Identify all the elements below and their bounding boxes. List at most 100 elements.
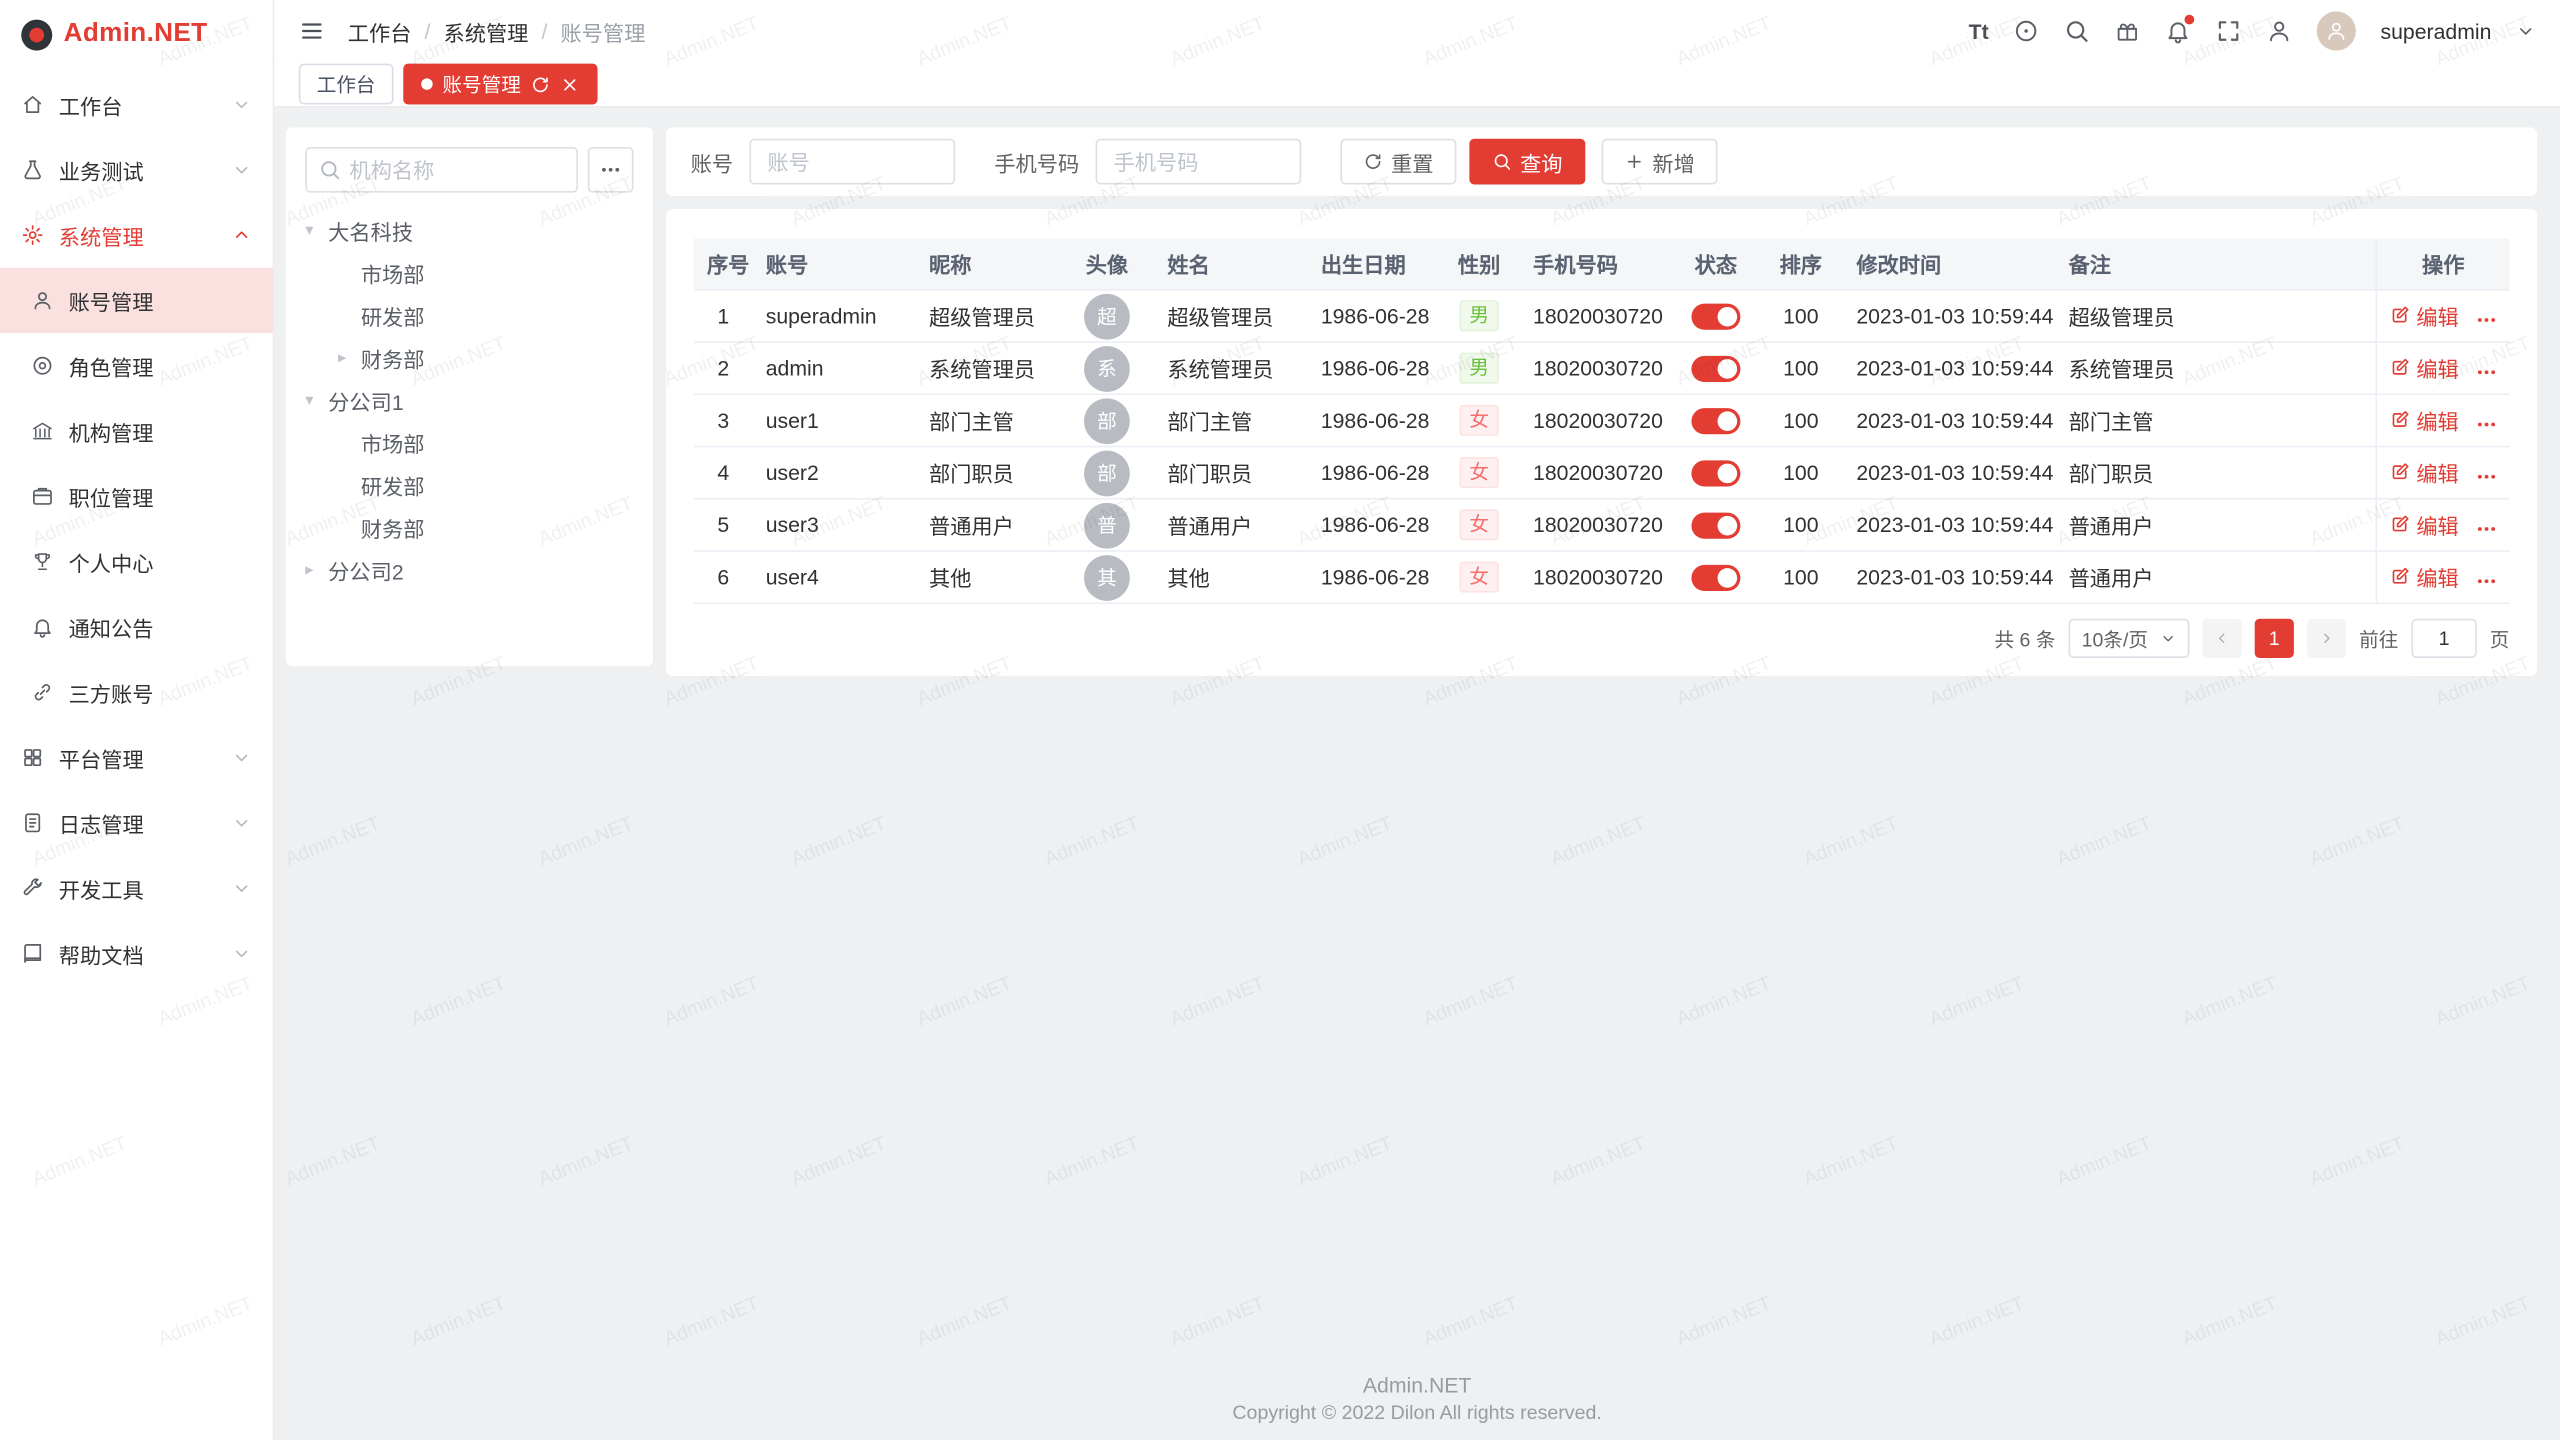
tree-more-button[interactable] [588, 147, 634, 193]
more-actions-icon[interactable] [2475, 413, 2498, 436]
table-row[interactable]: 2 admin 系统管理员 系 系统管理员 1986-06-28 男 18020… [694, 343, 2510, 395]
status-toggle[interactable] [1691, 408, 1740, 434]
table-row[interactable]: 4 user2 部门职员 部 部门职员 1986-06-28 女 1802003… [694, 447, 2510, 499]
font-size-icon[interactable]: Tt [1969, 19, 1989, 43]
status-toggle[interactable] [1691, 565, 1740, 591]
tree-node[interactable]: 市场部 [305, 421, 633, 463]
book-icon [21, 942, 44, 965]
tree-node[interactable]: ▾大名科技 [305, 209, 633, 251]
cell-phone: 18020030720 [1520, 552, 1673, 604]
next-page-button[interactable] [2307, 619, 2346, 658]
breadcrumb-sys-mgmt[interactable]: 系统管理 [443, 16, 528, 47]
tree-node-label: 分公司2 [328, 554, 403, 585]
sidebar-item-dev-tools[interactable]: 开发工具 [0, 856, 273, 921]
breadcrumb-workbench[interactable]: 工作台 [348, 16, 412, 47]
avatar: 普 [1084, 502, 1130, 548]
phone-input[interactable] [1096, 139, 1302, 185]
query-button[interactable]: 查询 [1469, 139, 1585, 185]
page-size-select[interactable]: 10条/页 [2069, 619, 2190, 658]
status-toggle[interactable] [1691, 460, 1740, 486]
notification-icon[interactable] [2165, 18, 2191, 44]
menu-toggle-icon[interactable] [299, 18, 325, 44]
reset-button[interactable]: 重置 [1340, 139, 1456, 185]
page-unit-label: 页 [2490, 624, 2510, 652]
tab-workbench[interactable]: 工作台 [299, 64, 394, 105]
cell-nickname: 部门主管 [916, 395, 1060, 447]
username[interactable]: superadmin [2381, 19, 2492, 43]
sidebar-item-position-mgmt[interactable]: 职位管理 [0, 464, 273, 529]
close-icon[interactable] [560, 74, 580, 94]
caret-right-icon[interactable]: ▸ [338, 349, 361, 367]
table-row[interactable]: 3 user1 部门主管 部 部门主管 1986-06-28 女 1802003… [694, 395, 2510, 447]
gender-badge: 女 [1460, 457, 1499, 488]
more-actions-icon[interactable] [2475, 570, 2498, 593]
sidebar-item-workbench[interactable]: 工作台 [0, 72, 273, 137]
table-row[interactable]: 6 user4 其他 其 其他 1986-06-28 女 18020030720… [694, 552, 2510, 604]
org-search-input[interactable] [305, 147, 578, 193]
cell-avatar: 超 [1060, 291, 1155, 343]
sidebar-item-biz-test[interactable]: 业务测试 [0, 137, 273, 202]
sidebar-item-help-docs[interactable]: 帮助文档 [0, 921, 273, 986]
profile-icon[interactable] [2266, 18, 2292, 44]
table-row[interactable]: 5 user3 普通用户 普 普通用户 1986-06-28 女 1802003… [694, 500, 2510, 552]
table-row[interactable]: 1 superadmin 超级管理员 超 超级管理员 1986-06-28 男 … [694, 291, 2510, 343]
sidebar-item-sys-mgmt[interactable]: 系统管理 [0, 202, 273, 267]
status-toggle[interactable] [1691, 356, 1740, 382]
sidebar-item-label: 机构管理 [69, 416, 154, 447]
avatar: 部 [1084, 450, 1130, 496]
tab-account-mgmt[interactable]: 账号管理 [403, 64, 597, 105]
breadcrumb-account-mgmt: 账号管理 [560, 16, 645, 47]
status-toggle[interactable] [1691, 303, 1740, 329]
edit-button[interactable]: 编辑 [2390, 300, 2459, 331]
sidebar-item-log-mgmt[interactable]: 日志管理 [0, 790, 273, 855]
theme-icon[interactable] [2114, 18, 2140, 44]
id-badge-icon [31, 485, 54, 508]
app-window: Admin.NET 工作台 业务测试 系统管理 账号管理 [0, 0, 2560, 1440]
caret-right-icon[interactable]: ▸ [305, 561, 328, 579]
status-toggle[interactable] [1691, 512, 1740, 538]
notification-badge-dot [2185, 15, 2195, 25]
more-actions-icon[interactable] [2475, 465, 2498, 488]
tree-node[interactable]: ▾分公司1 [305, 379, 633, 421]
brand[interactable]: Admin.NET [0, 0, 273, 69]
more-actions-icon[interactable] [2475, 309, 2498, 332]
goto-page-input[interactable] [2411, 619, 2476, 658]
prev-page-button[interactable] [2202, 619, 2241, 658]
fullscreen-icon[interactable] [2216, 18, 2242, 44]
link-icon [31, 681, 54, 704]
chevron-up-icon [232, 225, 252, 245]
edit-button[interactable]: 编辑 [2390, 562, 2459, 593]
cell-avatar: 部 [1060, 395, 1155, 447]
sidebar-item-personal-center[interactable]: 个人中心 [0, 529, 273, 594]
sidebar-item-notice[interactable]: 通知公告 [0, 594, 273, 659]
user-avatar[interactable] [2317, 11, 2356, 50]
account-input[interactable] [749, 139, 955, 185]
sidebar-item-platform-mgmt[interactable]: 平台管理 [0, 725, 273, 790]
tree-node[interactable]: 研发部 [305, 464, 633, 506]
discover-icon[interactable] [2013, 18, 2039, 44]
tree-node[interactable]: 市场部 [305, 251, 633, 293]
sidebar-item-org-mgmt[interactable]: 机构管理 [0, 398, 273, 463]
search-icon[interactable] [2064, 18, 2090, 44]
tree-node[interactable]: 研发部 [305, 294, 633, 336]
tree-node[interactable]: ▸财务部 [305, 336, 633, 378]
sidebar-item-role-mgmt[interactable]: 角色管理 [0, 333, 273, 398]
refresh-icon[interactable] [531, 74, 551, 94]
edit-button-label: 编辑 [2416, 509, 2458, 540]
add-button[interactable]: 新增 [1602, 139, 1718, 185]
sidebar-item-third-party-account[interactable]: 三方账号 [0, 660, 273, 725]
tree-node[interactable]: 财务部 [305, 506, 633, 548]
more-actions-icon[interactable] [2475, 518, 2498, 541]
edit-button[interactable]: 编辑 [2390, 353, 2459, 384]
page-number-button[interactable]: 1 [2255, 619, 2294, 658]
sidebar-item-account-mgmt[interactable]: 账号管理 [0, 268, 273, 333]
chevron-down-icon[interactable] [2516, 21, 2536, 41]
edit-button[interactable]: 编辑 [2390, 457, 2459, 488]
edit-button[interactable]: 编辑 [2390, 509, 2459, 540]
sidebar-item-label: 角色管理 [69, 350, 154, 381]
caret-down-icon[interactable]: ▾ [305, 391, 328, 409]
caret-down-icon[interactable]: ▾ [305, 221, 328, 239]
more-actions-icon[interactable] [2475, 361, 2498, 384]
edit-button[interactable]: 编辑 [2390, 405, 2459, 436]
tree-node[interactable]: ▸分公司2 [305, 549, 633, 591]
